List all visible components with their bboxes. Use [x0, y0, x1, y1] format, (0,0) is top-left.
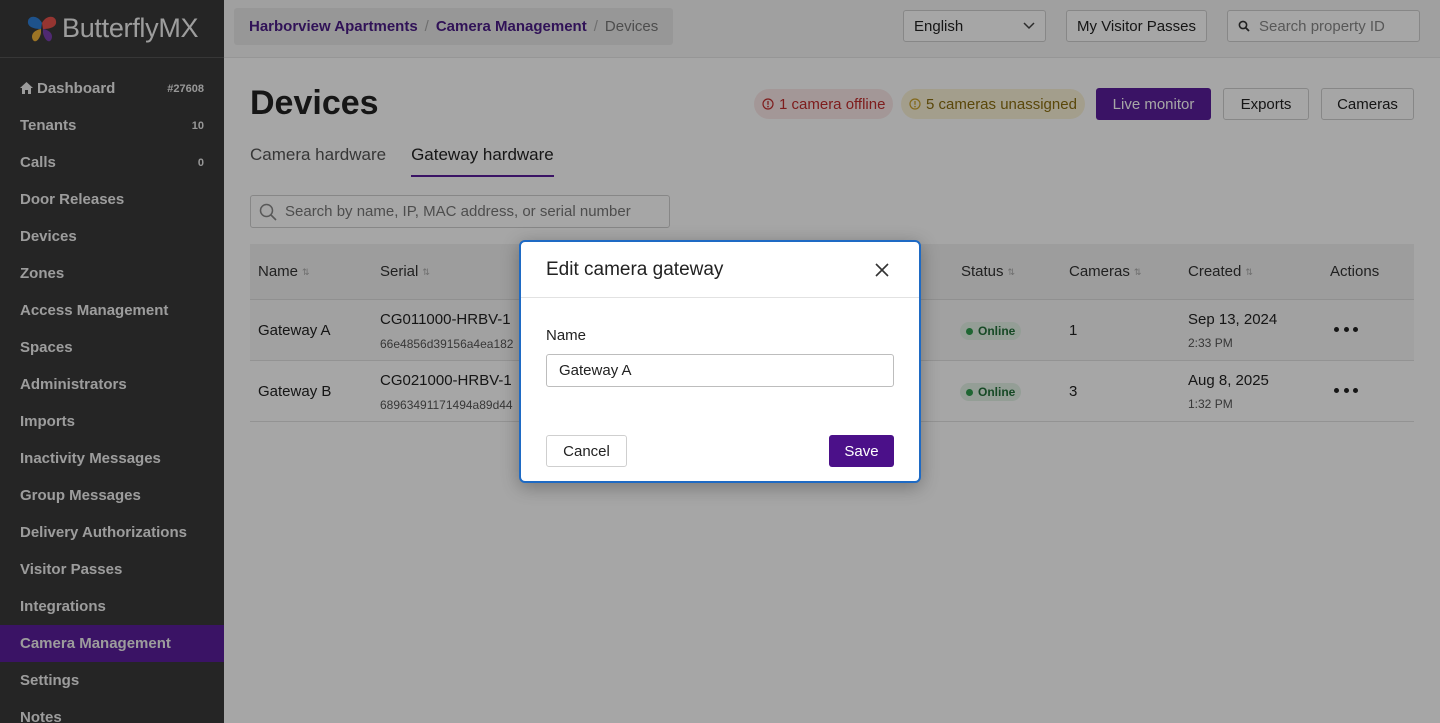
name-field-label: Name: [546, 327, 587, 344]
gateway-name-input[interactable]: [546, 354, 894, 387]
dialog-header: Edit camera gateway: [521, 242, 919, 298]
cancel-button[interactable]: Cancel: [546, 435, 627, 467]
save-button[interactable]: Save: [829, 435, 894, 467]
dialog-title: Edit camera gateway: [546, 259, 724, 280]
edit-gateway-dialog: Edit camera gateway Name Cancel Save: [519, 240, 921, 483]
close-icon[interactable]: [875, 263, 889, 277]
